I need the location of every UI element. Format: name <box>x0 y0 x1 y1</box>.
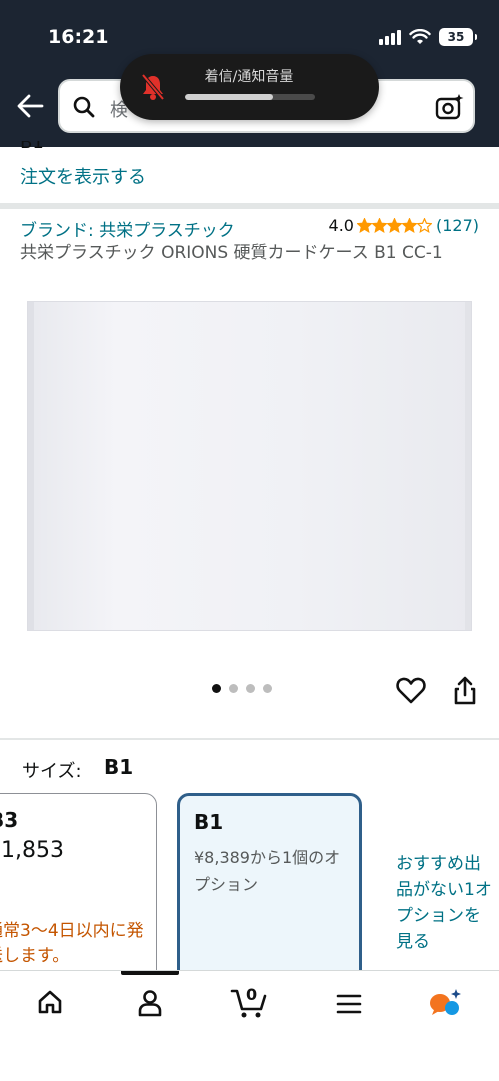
nav-active-indicator <box>121 971 179 975</box>
size-option-desc: ¥8,389から1個のオプション <box>194 848 341 894</box>
search-icon <box>73 96 95 118</box>
menu-icon[interactable] <box>336 993 362 1015</box>
size-option-name: B3 <box>0 808 19 832</box>
size-selected-value: B1 <box>104 755 134 779</box>
previous-item-partial-text: B1 <box>20 141 44 153</box>
volume-level-fill <box>185 94 274 100</box>
rating-summary[interactable]: 4.0 (127) <box>329 216 479 235</box>
star-full-icon <box>371 218 387 233</box>
section-divider <box>0 203 499 209</box>
cart-button[interactable]: 0 <box>230 985 268 1023</box>
muted-bell-icon <box>141 73 165 101</box>
cellular-signal-icon <box>379 29 401 45</box>
size-option-price: ¥1,853 <box>0 838 64 863</box>
heart-icon[interactable] <box>396 676 426 704</box>
camera-search-icon[interactable] <box>435 93 465 121</box>
see-other-options-label: おすすめ出品がない1オプションを見る <box>396 854 492 952</box>
view-order-link[interactable]: 注文を表示する <box>20 163 146 189</box>
gallery-dot[interactable] <box>212 684 221 693</box>
star-full-icon <box>386 218 402 233</box>
rufus-ai-icon[interactable] <box>428 987 464 1019</box>
share-icon[interactable] <box>452 676 478 706</box>
volume-label: 着信/通知音量 <box>204 69 294 85</box>
gallery-dot[interactable] <box>246 684 255 693</box>
rating-stars <box>356 218 432 233</box>
rating-count: (127) <box>435 216 479 235</box>
size-option-delivery: 通常3～4日以内に発送します。 <box>0 921 144 966</box>
volume-hud: 着信/通知音量 <box>120 54 379 120</box>
gallery-dot[interactable] <box>263 684 272 693</box>
star-full-icon <box>356 218 372 233</box>
wifi-icon <box>409 29 431 44</box>
brand-link[interactable]: ブランド: 共栄プラスチック <box>20 216 235 241</box>
section-divider <box>0 738 499 740</box>
gallery-pagination[interactable] <box>212 684 272 693</box>
star-empty-icon <box>416 218 432 233</box>
product-title: 共栄プラスチック ORIONS 硬質カードケース B1 CC-1 <box>20 243 443 263</box>
size-label: サイズ: <box>22 761 82 782</box>
product-image[interactable] <box>27 301 472 631</box>
size-option-b1[interactable]: B1 ¥8,389から1個のオプション <box>177 793 362 993</box>
size-option-name: B1 <box>194 810 224 834</box>
home-icon[interactable] <box>37 989 63 1015</box>
account-icon[interactable] <box>137 989 163 1017</box>
star-full-icon <box>401 218 417 233</box>
see-other-options-link[interactable]: おすすめ出品がない1オプションを見る <box>396 851 499 955</box>
cart-count: 0 <box>246 985 258 1004</box>
back-arrow-icon[interactable] <box>16 93 44 119</box>
status-icons: 35 <box>379 28 477 46</box>
battery-indicator: 35 <box>439 28 477 46</box>
volume-level-bar <box>185 94 315 100</box>
gallery-dot[interactable] <box>229 684 238 693</box>
rating-value: 4.0 <box>328 216 354 235</box>
bottom-navigation: 0 <box>0 970 499 1081</box>
status-time: 16:21 <box>48 26 109 48</box>
